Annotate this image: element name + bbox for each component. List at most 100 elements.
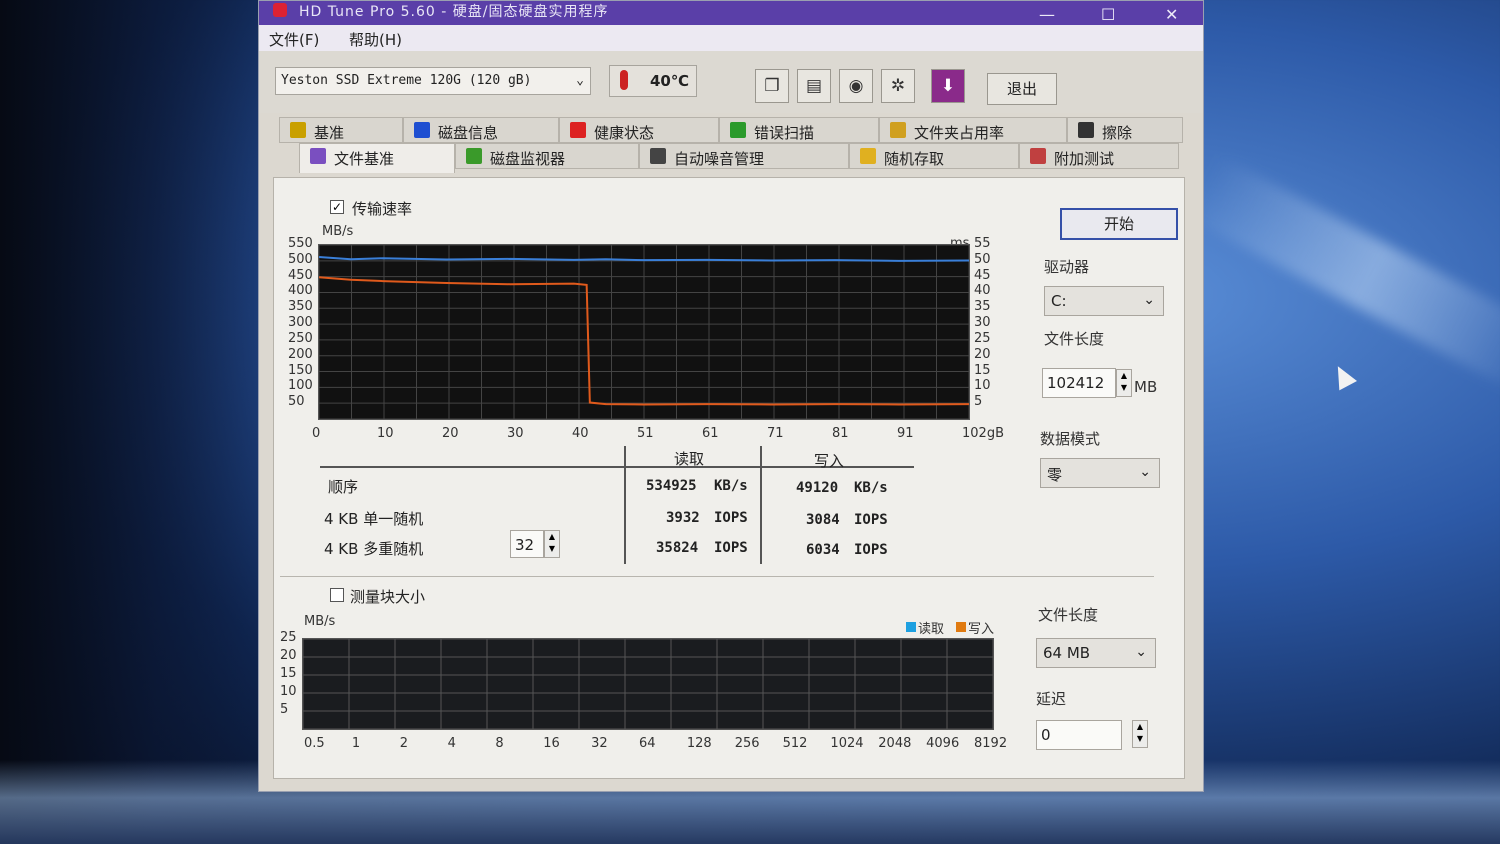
app-icon — [273, 3, 287, 17]
copy-button[interactable]: ❐ — [755, 69, 789, 103]
tab-label: 磁盘监视器 — [490, 150, 566, 168]
x-tick-label: 20 — [442, 426, 459, 441]
exit-button[interactable]: 退出 — [987, 73, 1057, 105]
close-button[interactable]: ✕ — [1165, 5, 1178, 24]
chart2-ylabel: MB/s — [304, 614, 336, 629]
queue-depth-spinner[interactable]: ▲ ▼ — [544, 530, 560, 558]
file-length-label: 文件长度 — [1044, 330, 1105, 348]
seq-write-value: 49120 — [796, 480, 839, 496]
delay-spinner[interactable]: ▲ ▼ — [1132, 720, 1148, 748]
x-tick-label: 256 — [734, 736, 760, 751]
x-tick-label: 8192 — [974, 736, 1008, 751]
tab-folder[interactable]: 文件夹占用率 — [879, 117, 1067, 143]
row-label: 4 KB 多重随机 — [324, 540, 424, 558]
window-title: HD Tune Pro 5.60 - 硬盘/固态硬盘实用程序 — [299, 4, 609, 20]
drive-combo-value: C: — [1051, 292, 1067, 310]
drive-combo[interactable]: C: ⌄ — [1044, 286, 1164, 316]
scan-icon — [730, 122, 746, 138]
screenshot-button[interactable]: ◉ — [839, 69, 873, 103]
data-mode-combo[interactable]: 零 ⌄ — [1040, 458, 1160, 488]
x-tick-label: 512 — [782, 736, 808, 751]
read-header: 读取 — [674, 450, 705, 468]
tab-label: 自动噪音管理 — [674, 150, 765, 168]
maximize-button[interactable]: ☐ — [1101, 5, 1115, 24]
menu-file[interactable]: 文件(F) — [269, 29, 319, 50]
tab-info[interactable]: 磁盘信息 — [403, 117, 559, 143]
tab-health[interactable]: 健康状态 — [559, 117, 719, 143]
copy-all-button[interactable]: ▤ — [797, 69, 831, 103]
data-mode-value: 零 — [1047, 466, 1063, 484]
title-bar[interactable]: HD Tune Pro 5.60 - 硬盘/固态硬盘实用程序 — ☐ ✕ — [259, 1, 1203, 25]
y-tick-label: 5 — [280, 702, 289, 717]
x-tick-label: 1 — [351, 736, 361, 751]
x-tick-label: 4 — [447, 736, 456, 751]
start-button[interactable]: 开始 — [1060, 208, 1178, 240]
queue-depth-input[interactable]: 32 — [510, 530, 544, 558]
tab-label: 随机存取 — [884, 150, 945, 168]
tab-extra-tests[interactable]: 附加测试 — [1019, 143, 1179, 169]
x-tick-label: 16 — [543, 736, 560, 751]
tab-label: 基准 — [314, 124, 345, 142]
seq-read-unit: KB/s — [714, 478, 748, 494]
save-button[interactable]: ⬇ — [931, 69, 965, 103]
options-button[interactable]: ✲ — [881, 69, 915, 103]
y-tick-label: 25 — [280, 630, 297, 645]
tab-scan[interactable]: 错误扫描 — [719, 117, 879, 143]
legend-read-swatch — [906, 622, 916, 632]
4k-multi-write-unit: IOPS — [854, 542, 888, 558]
4k-write-unit: IOPS — [854, 512, 888, 528]
block-size-chart — [302, 638, 994, 730]
x-tick-label: 0 — [312, 426, 321, 441]
file-length-spinner[interactable]: ▲ ▼ — [1116, 369, 1132, 397]
file-length-input[interactable]: 102412 — [1042, 368, 1116, 398]
desktop-light-streak — [1185, 154, 1500, 396]
menu-help[interactable]: 帮助(H) — [349, 29, 402, 50]
file-length-unit: MB — [1134, 378, 1158, 396]
x-tick-label: 40 — [572, 426, 589, 441]
tab-file-benchmark[interactable]: 文件基准 — [299, 143, 455, 173]
tab-benchmark[interactable]: 基准 — [279, 117, 403, 143]
thermometer-icon — [620, 70, 628, 90]
tab-label: 擦除 — [1102, 124, 1133, 142]
results-divider-read — [624, 446, 626, 564]
settings-icon: ✲ — [890, 76, 906, 96]
block-file-length-combo[interactable]: 64 MB ⌄ — [1036, 638, 1156, 668]
block-size-checkbox[interactable] — [330, 588, 344, 602]
delay-input[interactable]: 0 — [1036, 720, 1122, 750]
delay-label: 延迟 — [1036, 690, 1067, 708]
extra-tests-icon — [1030, 148, 1046, 164]
x-tick-label: 32 — [591, 736, 608, 751]
temperature-display: 40℃ — [609, 65, 697, 97]
x-tick-label: 2048 — [878, 736, 912, 751]
4k-multi-read-value: 35824 — [656, 540, 699, 556]
tab-trash[interactable]: 擦除 — [1067, 117, 1183, 143]
speaker-icon — [650, 148, 666, 164]
file-length-value: 102412 — [1047, 374, 1105, 392]
x-tick-label: 91 — [897, 426, 914, 441]
camera-icon: ◉ — [848, 76, 864, 96]
tab-label: 错误扫描 — [754, 124, 815, 142]
y2-tick-label: 55 — [974, 236, 991, 251]
write-header: 写入 — [814, 452, 845, 470]
y2-tick-label: 10 — [974, 378, 991, 394]
benchmark-icon — [290, 122, 306, 138]
copy-icon: ❐ — [764, 76, 780, 96]
x-tick-label: 4096 — [926, 736, 960, 751]
block-size-svg — [302, 638, 994, 730]
drive-select[interactable]: Yeston SSD Extreme 120G (120 gB) ⌄ — [275, 67, 591, 95]
file-benchmark-panel: ✓ 传输速率 MB/s ms 5505004504003503002502001… — [273, 177, 1185, 779]
x-tick-label: 10 — [377, 426, 394, 441]
transfer-rate-checkbox[interactable]: ✓ — [330, 200, 344, 214]
mouse-cursor-icon — [1329, 361, 1357, 391]
copy-all-icon: ▤ — [805, 76, 823, 96]
minimize-button[interactable]: — — [1039, 5, 1055, 24]
tab-monitor[interactable]: 磁盘监视器 — [455, 143, 639, 169]
tab-label: 文件夹占用率 — [914, 124, 1005, 142]
legend-write-label: 写入 — [968, 622, 995, 637]
transfer-rate-chart — [318, 244, 970, 420]
y-tick-label: 15 — [280, 666, 297, 681]
monitor-icon — [466, 148, 482, 164]
tab-random-access[interactable]: 随机存取 — [849, 143, 1019, 169]
y2-tick-label: 25 — [974, 330, 991, 346]
tab-speaker[interactable]: 自动噪音管理 — [639, 143, 849, 169]
